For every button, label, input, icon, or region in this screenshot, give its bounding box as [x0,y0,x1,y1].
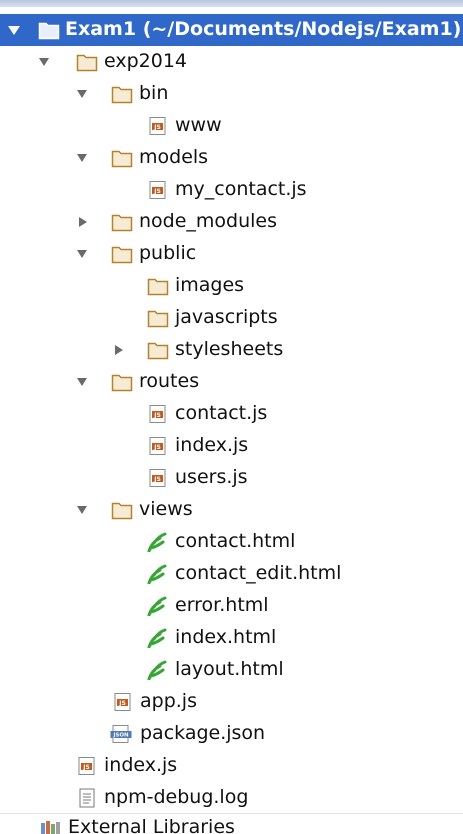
tree-label: error.html [175,594,269,616]
tree-row-javascripts[interactable]: javascripts [0,302,463,334]
js-file-icon: JS [78,757,95,775]
svg-text:JS: JS [153,188,161,195]
folder-icon [147,342,169,360]
template-file-icon [147,596,167,616]
folder-icon [147,310,169,328]
svg-text:JS: JS [153,444,161,451]
tree-label: images [175,274,245,296]
tree-row-external-libraries[interactable]: External Libraries [0,812,463,834]
library-books-icon [41,821,60,834]
expanded-arrow-icon[interactable] [6,22,22,38]
tree-row-bin[interactable]: bin [0,78,463,110]
tree-label: bin [139,82,169,104]
tree-row-public[interactable]: public [0,238,463,270]
tree-row-exam1[interactable]: Exam1 (~/Documents/Nodejs/Exam1) [0,14,463,46]
tree-row-users-js[interactable]: JS users.js [0,462,463,494]
tree-label: contact_edit.html [175,562,342,584]
expanded-arrow-icon[interactable] [74,150,90,166]
tree-label: views [139,498,193,520]
template-file-icon [147,564,167,584]
folder-icon [111,502,133,520]
tree-label: External Libraries [68,816,235,834]
tree-row-views[interactable]: views [0,494,463,526]
svg-text:JS: JS [153,412,161,419]
tree-label: routes [139,370,200,392]
template-file-icon [147,660,167,680]
folder-icon [111,246,133,264]
tree-label: www [175,114,222,136]
collapsed-arrow-icon[interactable] [111,342,127,358]
template-file-icon [147,628,167,648]
project-folder-icon [38,22,60,40]
tree-row-app-js[interactable]: JS app.js [0,686,463,718]
expanded-arrow-icon[interactable] [36,54,52,70]
tree-row-npm-debug-log[interactable]: npm-debug.log [0,782,463,814]
text-file-icon [79,788,95,808]
js-file-icon: JS [149,469,166,487]
tree-label: javascripts [175,306,278,328]
tree-row-node-modules[interactable]: node_modules [0,206,463,238]
tree-label: index.html [175,626,277,648]
expanded-arrow-icon[interactable] [74,502,90,518]
tree-row-error-html[interactable]: error.html [0,590,463,622]
tree-row-stylesheets[interactable]: stylesheets [0,334,463,366]
tree-row-index-html[interactable]: index.html [0,622,463,654]
tree-row-my-contact-js[interactable]: JS my_contact.js [0,174,463,206]
js-file-icon: JS [149,437,166,455]
tree-row-routes-index-js[interactable]: JS index.js [0,430,463,462]
tree-row-contact-html[interactable]: contact.html [0,526,463,558]
tree-row-exp2014[interactable]: exp2014 [0,46,463,78]
tree-row-root-index-js[interactable]: JS index.js [0,750,463,782]
tree-row-images[interactable]: images [0,270,463,302]
svg-text:JS: JS [118,700,126,707]
tree-label: layout.html [175,658,284,680]
tree-row-contact-js[interactable]: JS contact.js [0,398,463,430]
tree-label: exp2014 [104,50,188,72]
tree-row-package-json[interactable]: JSON package.json [0,718,463,750]
folder-icon [111,214,133,232]
svg-text:JS: JS [153,124,161,131]
collapsed-arrow-icon[interactable] [75,214,91,230]
svg-text:JSON: JSON [112,733,129,739]
project-name-label: Exam1 (~/Documents/Nodejs/Exam1) [65,18,462,40]
folder-icon [111,86,133,104]
tree-label: npm-debug.log [104,786,249,808]
tree-row-models[interactable]: models [0,142,463,174]
tree-label: node_modules [139,210,278,232]
tree-label: my_contact.js [175,178,307,200]
tree-row-routes[interactable]: routes [0,366,463,398]
svg-text:JS: JS [153,476,161,483]
folder-icon [147,278,169,296]
tree-label: index.js [104,754,178,776]
js-file-icon: JS [149,405,166,423]
tree-label: models [139,146,209,168]
tree-label: users.js [175,466,248,488]
project-tree: Exam1 (~/Documents/Nodejs/Exam1) exp2014… [0,0,463,834]
js-file-icon: JS [149,181,166,199]
panel-top-strip [0,0,463,7]
expanded-arrow-icon[interactable] [74,374,90,390]
tree-label: index.js [175,434,249,456]
js-file-icon: JS [114,693,131,711]
tree-row-layout-html[interactable]: layout.html [0,654,463,686]
expanded-arrow-icon[interactable] [74,246,90,262]
expanded-arrow-icon[interactable] [74,86,90,102]
folder-icon [111,150,133,168]
json-file-icon: JSON [110,725,132,743]
tree-label: package.json [140,722,266,744]
tree-label: app.js [140,690,197,712]
js-file-icon: JS [149,117,166,135]
tree-row-contact-edit-html[interactable]: contact_edit.html [0,558,463,590]
template-file-icon [147,532,167,552]
tree-label: stylesheets [175,338,284,360]
folder-icon [76,54,98,72]
tree-label: contact.js [175,402,268,424]
tree-label: public [139,242,197,264]
tree-label: contact.html [175,530,296,552]
svg-text:JS: JS [82,764,90,771]
folder-icon [111,374,133,392]
tree-row-www[interactable]: JS www [0,110,463,142]
